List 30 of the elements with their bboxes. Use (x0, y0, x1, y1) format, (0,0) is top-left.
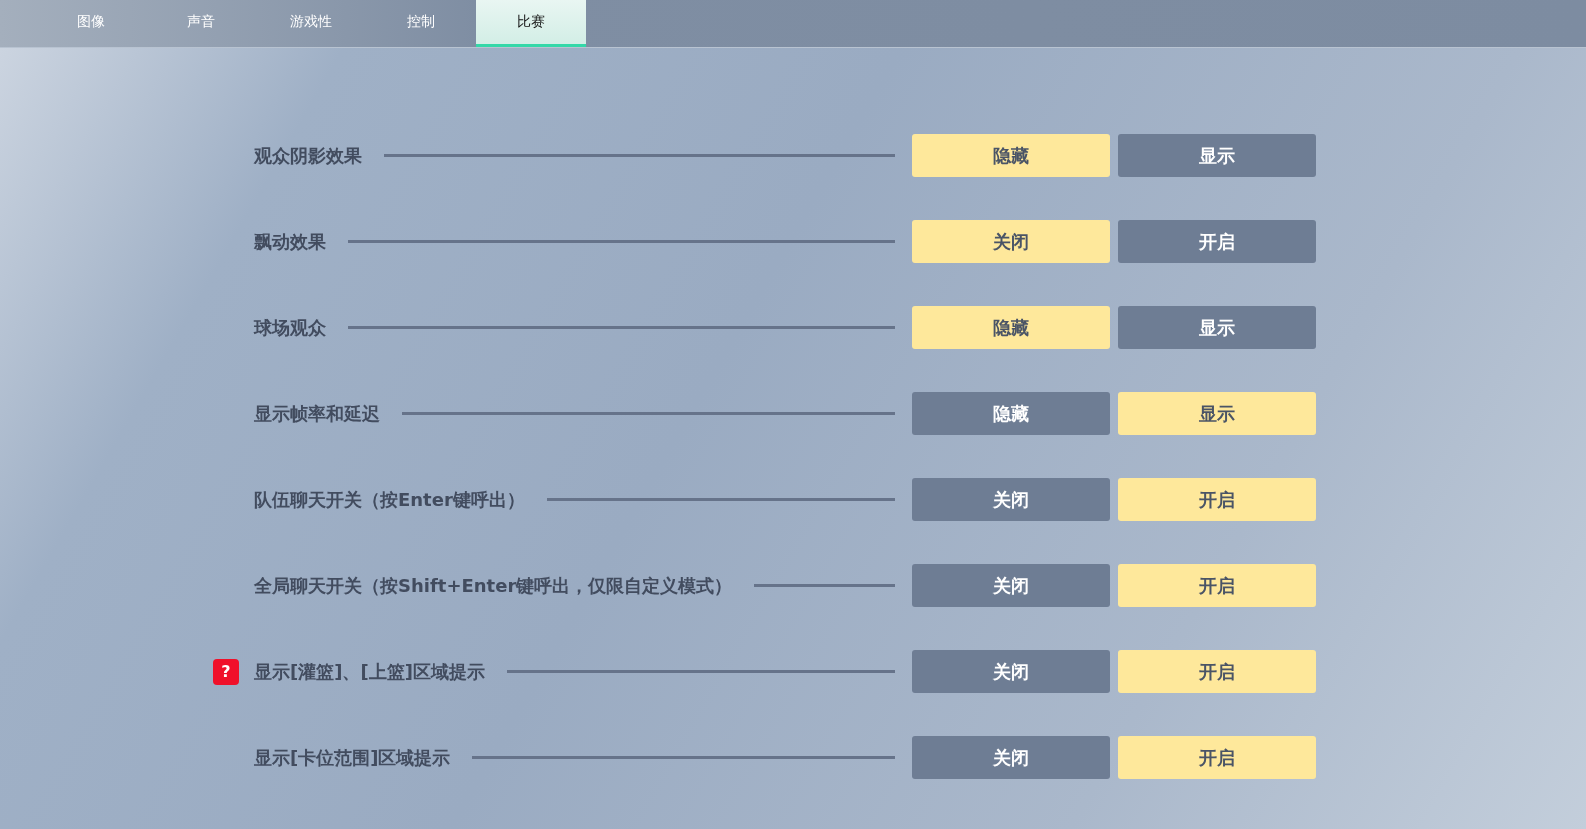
setting-label: 全局聊天开关（按Shift+Enter键呼出，仅限自定义模式） (254, 573, 733, 598)
option-button[interactable]: 开启 (1118, 736, 1316, 779)
option-button[interactable]: 关闭 (912, 650, 1110, 693)
option-button[interactable]: 隐藏 (912, 134, 1110, 177)
option-button[interactable]: 显示 (1118, 134, 1316, 177)
help-icon[interactable]: ? (213, 658, 239, 685)
option-button[interactable]: 关闭 (912, 736, 1110, 779)
option-button[interactable]: 关闭 (912, 220, 1110, 263)
tab[interactable]: 比赛 (476, 0, 586, 47)
option-button[interactable]: 开启 (1118, 564, 1316, 607)
option-button[interactable]: 关闭 (912, 478, 1110, 521)
tab[interactable]: 控制 (366, 0, 476, 47)
setting-label: 显示帧率和延迟 (254, 401, 380, 426)
setting-label: 飘动效果 (254, 229, 326, 254)
option-button[interactable]: 开启 (1118, 220, 1316, 263)
setting-label: 显示[灌篮]、[上篮]区域提示 (254, 659, 485, 684)
option-button[interactable]: 隐藏 (912, 306, 1110, 349)
option-button[interactable]: 显示 (1118, 306, 1316, 349)
setting-label: 队伍聊天开关（按Enter键呼出） (254, 487, 525, 512)
option-button[interactable]: 开启 (1118, 650, 1316, 693)
tab[interactable]: 图像 (36, 0, 146, 47)
option-button[interactable]: 关闭 (912, 564, 1110, 607)
option-button[interactable]: 显示 (1118, 392, 1316, 435)
setting-label: 观众阴影效果 (254, 143, 362, 168)
setting-label: 球场观众 (254, 315, 326, 340)
tab[interactable]: 游戏性 (256, 0, 366, 47)
option-button[interactable]: 开启 (1118, 478, 1316, 521)
setting-label: 显示[卡位范围]区域提示 (254, 745, 451, 770)
option-button[interactable]: 隐藏 (912, 392, 1110, 435)
tab[interactable]: 声音 (146, 0, 256, 47)
